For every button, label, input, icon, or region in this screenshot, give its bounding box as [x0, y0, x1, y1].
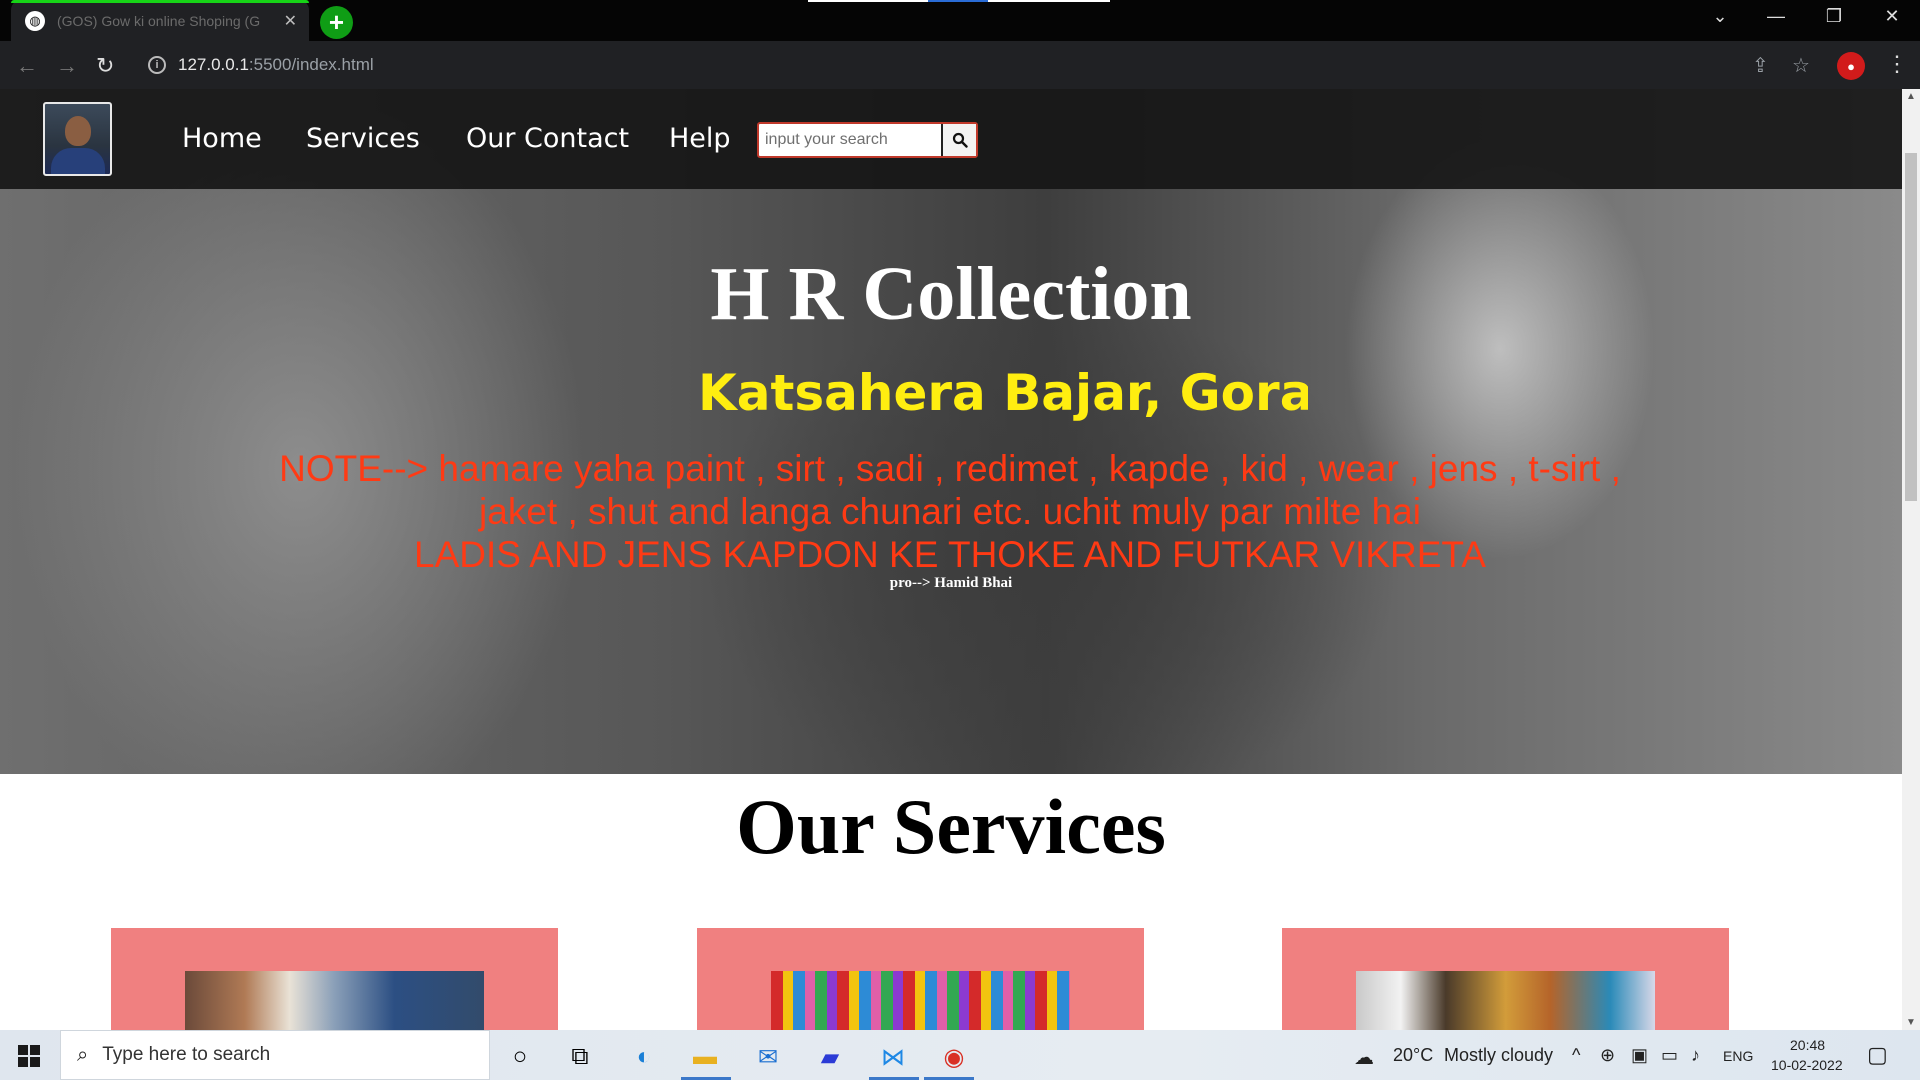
url-text: 127.0.0.1:5500/index.html	[178, 55, 374, 74]
service-card[interactable]	[1282, 928, 1729, 1030]
bookmark-star-icon[interactable]: ☆	[1792, 53, 1810, 78]
service-image-shop	[1356, 971, 1655, 1030]
site-info-icon[interactable]: i	[148, 56, 166, 74]
windows-start-icon[interactable]	[18, 1045, 40, 1067]
battery-icon[interactable]: ▭	[1661, 1045, 1678, 1066]
nav-link-services[interactable]: Services	[306, 123, 420, 154]
forward-arrow-icon[interactable]: →	[56, 53, 78, 79]
weather-cloud-icon[interactable]: ☁	[1354, 1045, 1374, 1070]
nav-link-help[interactable]: Help	[669, 123, 731, 154]
search-icon	[952, 132, 968, 148]
browser-menu-icon[interactable]: ⋮	[1886, 51, 1908, 77]
site-navbar: Home Services Our Contact Help	[0, 89, 1902, 189]
scroll-up-arrow-icon[interactable]: ▲	[1906, 91, 1916, 102]
browser-tab[interactable]: ◍ (GOS) Gow ki online Shoping (G ✕	[11, 0, 309, 41]
clock-time[interactable]: 20:48	[1790, 1037, 1825, 1053]
vscode-icon[interactable]: ⋈	[876, 1040, 910, 1074]
new-tab-button[interactable]: +	[320, 6, 353, 39]
nav-link-home[interactable]: Home	[182, 123, 262, 154]
service-image-sarees	[771, 971, 1070, 1030]
notification-icon[interactable]: ▢	[1867, 1042, 1888, 1068]
close-window-icon[interactable]: ✕	[1874, 6, 1910, 27]
logo-portrait-body	[50, 148, 105, 174]
window-drag-indicator-accent	[928, 0, 988, 2]
address-bar[interactable]: i 127.0.0.1:5500/index.html	[136, 48, 1776, 82]
tab-title: (GOS) Gow ki online Shoping (G	[57, 12, 261, 29]
hero-note-line: LADIS AND JENS KAPDON KE THOKE AND FUTKA…	[414, 534, 1486, 575]
tab-loading-bar	[11, 0, 309, 3]
volume-icon[interactable]: ♪	[1691, 1045, 1700, 1066]
language-indicator[interactable]: ENG	[1723, 1048, 1753, 1064]
edge-browser-icon[interactable]: ◐	[627, 1040, 661, 1074]
services-heading: Our Services	[736, 783, 1166, 870]
studio-app-icon[interactable]: ▰	[813, 1040, 847, 1074]
hero-proprietor: pro--> Hamid Bhai	[889, 575, 1013, 591]
scroll-down-arrow-icon[interactable]: ▼	[1906, 1017, 1916, 1028]
network-icon[interactable]: ⊕	[1600, 1045, 1615, 1066]
profile-avatar-icon[interactable]: ●	[1837, 52, 1865, 80]
windows-taskbar: ⌕ Type here to search ○ ⧉ ◐ ▬ ✉ ▰ ⋈ ◉ ☁ …	[0, 1030, 1920, 1080]
site-logo[interactable]	[43, 102, 112, 176]
taskbar-search[interactable]: ⌕ Type here to search	[60, 1030, 490, 1080]
scrollbar-thumb[interactable]	[1905, 153, 1917, 501]
weather-description[interactable]: Mostly cloudy	[1444, 1045, 1553, 1066]
minimize-icon[interactable]: —	[1758, 6, 1794, 27]
nav-link-contact[interactable]: Our Contact	[466, 123, 629, 154]
globe-icon: ◍	[25, 10, 45, 31]
tray-chevron-up-icon[interactable]: ^	[1572, 1045, 1580, 1066]
search-button[interactable]	[941, 124, 976, 156]
service-card[interactable]	[111, 928, 558, 1030]
share-icon[interactable]: ⇪	[1752, 53, 1769, 78]
search-icon: ⌕	[77, 1043, 89, 1066]
page-viewport: Home Services Our Contact Help H R Colle…	[0, 89, 1902, 1030]
hero-note-line: jaket , shut and langa chunari etc. uchi…	[479, 491, 1421, 532]
page-scrollbar[interactable]: ▲ ▼	[1902, 89, 1920, 1030]
taskbar-search-placeholder: Type here to search	[102, 1044, 271, 1065]
restore-icon[interactable]: ❐	[1816, 6, 1852, 27]
service-image-jeans	[185, 971, 484, 1030]
browser-toolbar: ← → ↻ i 127.0.0.1:5500/index.html ⇪ ☆ ● …	[0, 41, 1920, 89]
close-tab-icon[interactable]: ✕	[284, 11, 297, 31]
weather-temperature[interactable]: 20°C	[1393, 1045, 1433, 1066]
hero-location: Katsahera Bajar, Gorakhpur	[698, 364, 1308, 422]
tab-search-dropdown-icon[interactable]: ⌄	[1702, 6, 1738, 27]
site-search	[757, 122, 978, 158]
service-card[interactable]	[697, 928, 1144, 1030]
mail-icon[interactable]: ✉	[751, 1040, 785, 1074]
hero-section: Home Services Our Contact Help H R Colle…	[0, 89, 1902, 774]
file-explorer-icon[interactable]: ▬	[688, 1040, 722, 1074]
hero-note: NOTE--> hamare yaha paint , sirt , sadi …	[230, 447, 1670, 576]
browser-tabstrip: ◍ (GOS) Gow ki online Shoping (G ✕ + ⌄ —…	[0, 0, 1920, 41]
cortana-icon[interactable]: ○	[503, 1040, 537, 1074]
hero-title: H R Collection	[710, 252, 1192, 336]
reload-icon[interactable]: ↻	[96, 53, 114, 79]
back-arrow-icon[interactable]: ←	[16, 53, 38, 79]
hero-note-line: NOTE--> hamare yaha paint , sirt , sadi …	[279, 448, 1621, 489]
search-input[interactable]	[759, 124, 940, 156]
task-view-icon[interactable]: ⧉	[563, 1040, 597, 1074]
display-icon[interactable]: ▣	[1631, 1045, 1648, 1066]
logo-portrait-head	[65, 116, 91, 146]
clock-date[interactable]: 10-02-2022	[1771, 1057, 1843, 1073]
chrome-icon[interactable]: ◉	[937, 1040, 971, 1074]
